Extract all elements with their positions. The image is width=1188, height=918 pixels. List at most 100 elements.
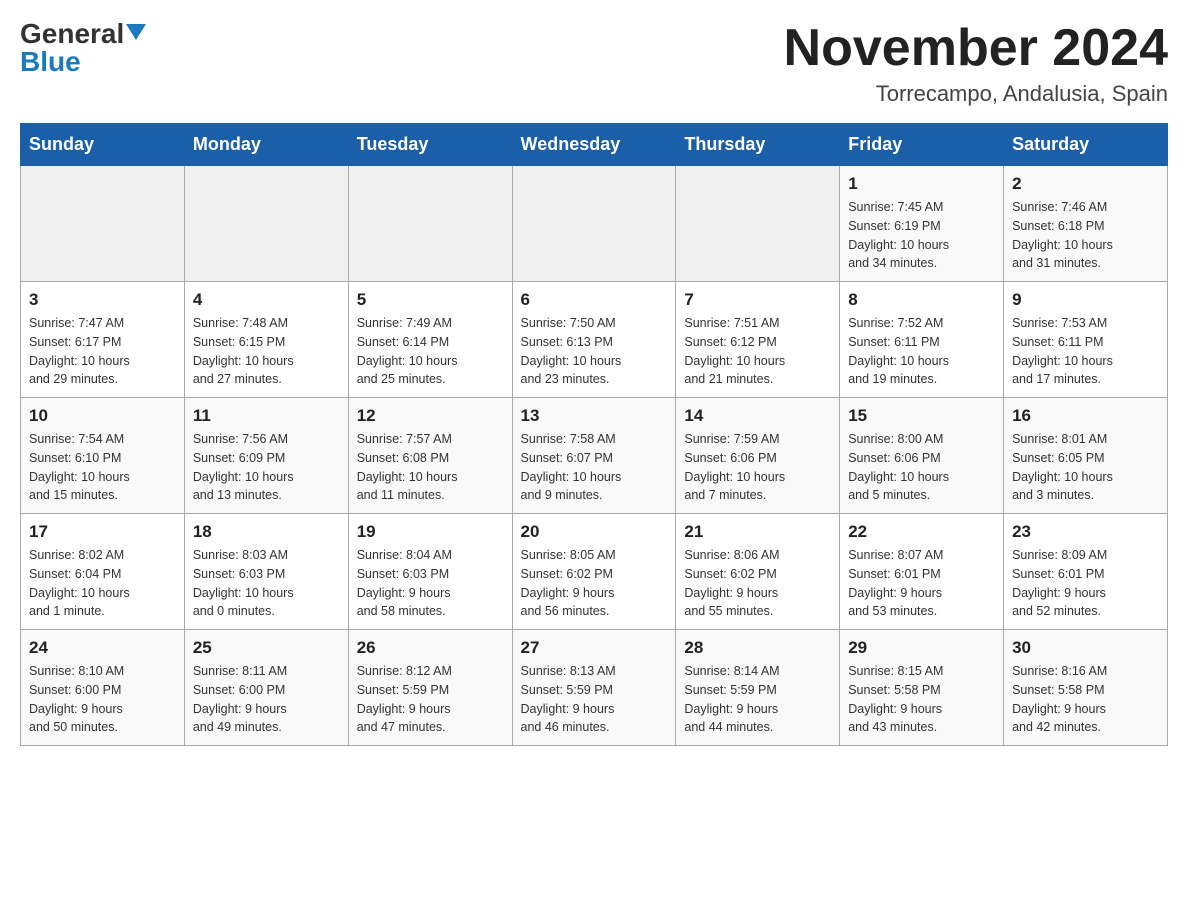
- day-number: 5: [357, 290, 504, 310]
- weekday-header-sunday: Sunday: [21, 124, 185, 166]
- day-info: Sunrise: 7:56 AM Sunset: 6:09 PM Dayligh…: [193, 430, 340, 505]
- calendar-cell: 14 Sunrise: 7:59 AM Sunset: 6:06 PM Dayli…: [676, 398, 840, 514]
- calendar-cell: 30 Sunrise: 8:16 AM Sunset: 5:58 PM Dayli…: [1004, 630, 1168, 746]
- day-number: 7: [684, 290, 831, 310]
- calendar-cell: 5 Sunrise: 7:49 AM Sunset: 6:14 PM Daylig…: [348, 282, 512, 398]
- calendar-week-row: 10Sunrise: 7:54 AM Sunset: 6:10 PM Dayli…: [21, 398, 1168, 514]
- day-info: Sunrise: 8:07 AM Sunset: 6:01 PM Dayligh…: [848, 546, 995, 621]
- calendar-cell: 11 Sunrise: 7:56 AM Sunset: 6:09 PM Dayli…: [184, 398, 348, 514]
- day-info: Sunrise: 8:15 AM Sunset: 5:58 PM Dayligh…: [848, 662, 995, 737]
- day-info: Sunrise: 7:50 AM Sunset: 6:13 PM Dayligh…: [521, 314, 668, 389]
- day-info: Sunrise: 7:48 AM Sunset: 6:15 PM Dayligh…: [193, 314, 340, 389]
- day-number: 30: [1012, 638, 1159, 658]
- day-number: 17: [29, 522, 176, 542]
- calendar-cell: 2 Sunrise: 7:46 AM Sunset: 6:18 PM Daylig…: [1004, 166, 1168, 282]
- day-info: Sunrise: 7:59 AM Sunset: 6:06 PM Dayligh…: [684, 430, 831, 505]
- day-info: Sunrise: 8:09 AM Sunset: 6:01 PM Dayligh…: [1012, 546, 1159, 621]
- logo: General Blue: [20, 20, 146, 76]
- calendar-cell: 20Sunrise: 8:05 AM Sunset: 6:02 PM Dayli…: [512, 514, 676, 630]
- day-info: Sunrise: 8:10 AM Sunset: 6:00 PM Dayligh…: [29, 662, 176, 737]
- calendar-cell: 3 Sunrise: 7:47 AM Sunset: 6:17 PM Daylig…: [21, 282, 185, 398]
- day-number: 6: [521, 290, 668, 310]
- calendar-table: SundayMondayTuesdayWednesdayThursdayFrid…: [20, 123, 1168, 746]
- weekday-header-monday: Monday: [184, 124, 348, 166]
- calendar-cell: [21, 166, 185, 282]
- weekday-header-friday: Friday: [840, 124, 1004, 166]
- calendar-cell: 1 Sunrise: 7:45 AM Sunset: 6:19 PM Daylig…: [840, 166, 1004, 282]
- logo-general-text: General: [20, 20, 124, 48]
- calendar-cell: [676, 166, 840, 282]
- day-number: 11: [193, 406, 340, 426]
- day-number: 21: [684, 522, 831, 542]
- day-info: Sunrise: 7:46 AM Sunset: 6:18 PM Dayligh…: [1012, 198, 1159, 273]
- day-number: 4: [193, 290, 340, 310]
- day-number: 29: [848, 638, 995, 658]
- calendar-title: November 2024: [784, 20, 1168, 77]
- day-number: 2: [1012, 174, 1159, 194]
- calendar-cell: [512, 166, 676, 282]
- calendar-cell: 6 Sunrise: 7:50 AM Sunset: 6:13 PM Daylig…: [512, 282, 676, 398]
- day-info: Sunrise: 8:12 AM Sunset: 5:59 PM Dayligh…: [357, 662, 504, 737]
- day-number: 25: [193, 638, 340, 658]
- day-info: Sunrise: 7:54 AM Sunset: 6:10 PM Dayligh…: [29, 430, 176, 505]
- day-number: 14: [684, 406, 831, 426]
- day-info: Sunrise: 8:06 AM Sunset: 6:02 PM Dayligh…: [684, 546, 831, 621]
- day-number: 24: [29, 638, 176, 658]
- calendar-week-row: 24 Sunrise: 8:10 AM Sunset: 6:00 PM Dayli…: [21, 630, 1168, 746]
- calendar-cell: [184, 166, 348, 282]
- calendar-cell: 18 Sunrise: 8:03 AM Sunset: 6:03 PM Dayli…: [184, 514, 348, 630]
- logo-triangle-icon: [126, 24, 146, 40]
- calendar-cell: 17 Sunrise: 8:02 AM Sunset: 6:04 PM Dayli…: [21, 514, 185, 630]
- calendar-cell: 16Sunrise: 8:01 AM Sunset: 6:05 PM Dayli…: [1004, 398, 1168, 514]
- day-info: Sunrise: 7:49 AM Sunset: 6:14 PM Dayligh…: [357, 314, 504, 389]
- calendar-cell: 13 Sunrise: 7:58 AM Sunset: 6:07 PM Dayli…: [512, 398, 676, 514]
- day-number: 8: [848, 290, 995, 310]
- day-number: 18: [193, 522, 340, 542]
- day-info: Sunrise: 8:14 AM Sunset: 5:59 PM Dayligh…: [684, 662, 831, 737]
- calendar-cell: 19 Sunrise: 8:04 AM Sunset: 6:03 PM Dayli…: [348, 514, 512, 630]
- day-number: 1: [848, 174, 995, 194]
- day-info: Sunrise: 8:16 AM Sunset: 5:58 PM Dayligh…: [1012, 662, 1159, 737]
- calendar-cell: 26 Sunrise: 8:12 AM Sunset: 5:59 PM Dayli…: [348, 630, 512, 746]
- day-number: 27: [521, 638, 668, 658]
- day-info: Sunrise: 8:04 AM Sunset: 6:03 PM Dayligh…: [357, 546, 504, 621]
- calendar-cell: [348, 166, 512, 282]
- day-info: Sunrise: 7:47 AM Sunset: 6:17 PM Dayligh…: [29, 314, 176, 389]
- day-number: 23: [1012, 522, 1159, 542]
- calendar-cell: 10Sunrise: 7:54 AM Sunset: 6:10 PM Dayli…: [21, 398, 185, 514]
- day-info: Sunrise: 7:52 AM Sunset: 6:11 PM Dayligh…: [848, 314, 995, 389]
- calendar-cell: 9 Sunrise: 7:53 AM Sunset: 6:11 PM Daylig…: [1004, 282, 1168, 398]
- day-info: Sunrise: 7:57 AM Sunset: 6:08 PM Dayligh…: [357, 430, 504, 505]
- day-info: Sunrise: 7:53 AM Sunset: 6:11 PM Dayligh…: [1012, 314, 1159, 389]
- calendar-cell: 8 Sunrise: 7:52 AM Sunset: 6:11 PM Daylig…: [840, 282, 1004, 398]
- day-number: 26: [357, 638, 504, 658]
- day-number: 28: [684, 638, 831, 658]
- day-info: Sunrise: 8:13 AM Sunset: 5:59 PM Dayligh…: [521, 662, 668, 737]
- day-info: Sunrise: 8:01 AM Sunset: 6:05 PM Dayligh…: [1012, 430, 1159, 505]
- calendar-subtitle: Torrecampo, Andalusia, Spain: [784, 81, 1168, 107]
- calendar-cell: 29 Sunrise: 8:15 AM Sunset: 5:58 PM Dayli…: [840, 630, 1004, 746]
- day-number: 3: [29, 290, 176, 310]
- calendar-cell: 25Sunrise: 8:11 AM Sunset: 6:00 PM Dayli…: [184, 630, 348, 746]
- calendar-cell: 4 Sunrise: 7:48 AM Sunset: 6:15 PM Daylig…: [184, 282, 348, 398]
- day-info: Sunrise: 7:58 AM Sunset: 6:07 PM Dayligh…: [521, 430, 668, 505]
- day-info: Sunrise: 8:03 AM Sunset: 6:03 PM Dayligh…: [193, 546, 340, 621]
- day-number: 13: [521, 406, 668, 426]
- day-info: Sunrise: 7:51 AM Sunset: 6:12 PM Dayligh…: [684, 314, 831, 389]
- calendar-cell: 22 Sunrise: 8:07 AM Sunset: 6:01 PM Dayli…: [840, 514, 1004, 630]
- page-header: General Blue November 2024 Torrecampo, A…: [20, 20, 1168, 107]
- calendar-cell: 28 Sunrise: 8:14 AM Sunset: 5:59 PM Dayli…: [676, 630, 840, 746]
- day-number: 19: [357, 522, 504, 542]
- weekday-header-tuesday: Tuesday: [348, 124, 512, 166]
- calendar-week-row: 17 Sunrise: 8:02 AM Sunset: 6:04 PM Dayli…: [21, 514, 1168, 630]
- weekday-header-thursday: Thursday: [676, 124, 840, 166]
- day-number: 20: [521, 522, 668, 542]
- day-number: 22: [848, 522, 995, 542]
- calendar-cell: 24 Sunrise: 8:10 AM Sunset: 6:00 PM Dayli…: [21, 630, 185, 746]
- calendar-cell: 7 Sunrise: 7:51 AM Sunset: 6:12 PM Daylig…: [676, 282, 840, 398]
- day-info: Sunrise: 7:45 AM Sunset: 6:19 PM Dayligh…: [848, 198, 995, 273]
- day-info: Sunrise: 8:02 AM Sunset: 6:04 PM Dayligh…: [29, 546, 176, 621]
- day-number: 9: [1012, 290, 1159, 310]
- calendar-cell: 12Sunrise: 7:57 AM Sunset: 6:08 PM Dayli…: [348, 398, 512, 514]
- calendar-header-row: SundayMondayTuesdayWednesdayThursdayFrid…: [21, 124, 1168, 166]
